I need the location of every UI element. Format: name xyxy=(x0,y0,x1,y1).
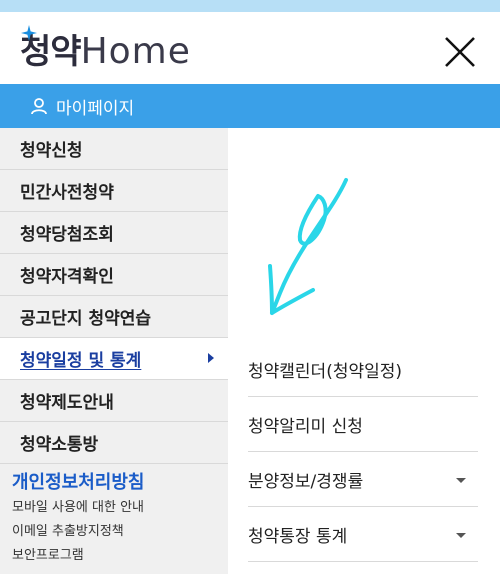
privacy-policy-link[interactable]: 개인정보처리방침 xyxy=(12,470,228,496)
main-menu: 청약신청 민간사전청약 청약당첨조회 청약자격확인 공고단지 청약연습 청약일정… xyxy=(0,128,229,574)
menu-item-community[interactable]: 청약소통방 xyxy=(0,422,228,464)
menu-item-label: 청약자격확인 xyxy=(20,267,114,287)
submenu-item-alert[interactable]: 청약알리미 신청 xyxy=(248,397,478,452)
sparkle-icon xyxy=(21,25,37,41)
menu-item-label: 민간사전청약 xyxy=(20,183,114,203)
menu-item-practice[interactable]: 공고단지 청약연습 xyxy=(0,296,228,338)
menu-item-label: 청약당첨조회 xyxy=(20,225,114,245)
close-icon[interactable] xyxy=(440,32,480,72)
caret-right-icon xyxy=(208,353,214,363)
chevron-down-icon xyxy=(456,478,466,483)
email-policy-link[interactable]: 이메일 추출방지정책 xyxy=(12,520,228,544)
submenu-item-account-stats[interactable]: 청약통장 통계 xyxy=(248,507,478,562)
submenu-item-label: 청약알리미 신청 xyxy=(248,416,363,437)
menu-item-label: 청약신청 xyxy=(20,141,83,161)
menu-item-eligibility-check[interactable]: 청약자격확인 xyxy=(0,254,228,296)
mypage-button[interactable]: 마이페이지 xyxy=(0,84,500,128)
menu-item-label: 청약소통방 xyxy=(20,435,99,455)
footer-links: 개인정보처리방침 모바일 사용에 대한 안내 이메일 추출방지정책 보안프로그램 xyxy=(0,464,228,568)
security-program-link[interactable]: 보안프로그램 xyxy=(12,544,228,568)
submenu-item-sale-info[interactable]: 분양정보/경쟁률 xyxy=(248,452,478,507)
menu-item-system-guide[interactable]: 청약제도안내 xyxy=(0,380,228,422)
logo-korean: 청약 xyxy=(20,25,82,72)
submenu-item-label: 청약통장 통계 xyxy=(248,526,348,547)
user-icon xyxy=(31,98,47,115)
logo-english: Home xyxy=(80,31,191,72)
submenu-item-label: 분양정보/경쟁률 xyxy=(248,471,364,492)
mobile-guide-link[interactable]: 모바일 사용에 대한 안내 xyxy=(12,496,228,520)
mypage-label: 마이페이지 xyxy=(56,98,135,119)
submenu-panel: 청약캘린더(청약일정) 청약알리미 신청 분양정보/경쟁률 청약통장 통계 xyxy=(228,128,500,574)
submenu-item-label: 청약캘린더(청약일정) xyxy=(248,361,403,382)
menu-item-private-pre-apply[interactable]: 민간사전청약 xyxy=(0,170,228,212)
menu-item-winner-lookup[interactable]: 청약당첨조회 xyxy=(0,212,228,254)
chevron-down-icon xyxy=(456,533,466,538)
top-strip xyxy=(0,0,500,12)
menu-item-label: 청약제도안내 xyxy=(20,393,114,413)
menu-item-apply[interactable]: 청약신청 xyxy=(0,128,228,170)
menu-item-label: 공고단지 청약연습 xyxy=(20,309,152,329)
hand-drawn-arrow-annotation xyxy=(268,178,348,315)
logo[interactable]: 청약 Home xyxy=(20,25,191,72)
header: 청약 Home xyxy=(0,12,500,84)
menu-item-schedule-stats[interactable]: 청약일정 및 통계 xyxy=(0,338,229,380)
submenu-item-calendar[interactable]: 청약캘린더(청약일정) xyxy=(248,342,478,397)
submenu-list: 청약캘린더(청약일정) 청약알리미 신청 분양정보/경쟁률 청약통장 통계 xyxy=(248,342,478,562)
menu-item-label: 청약일정 및 통계 xyxy=(20,351,142,371)
